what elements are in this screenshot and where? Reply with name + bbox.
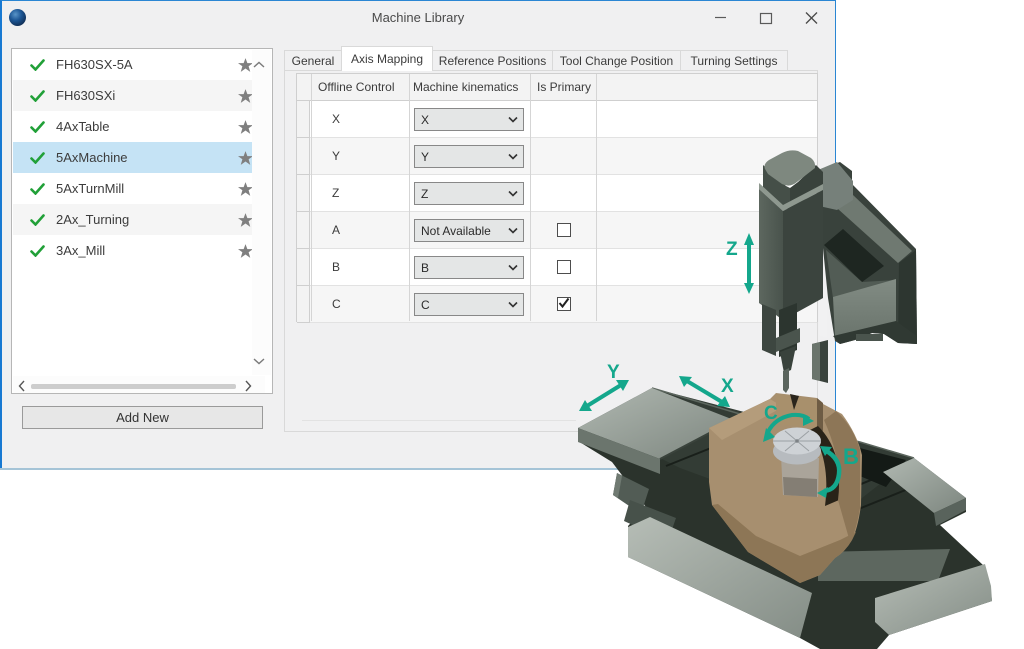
svg-text:Y: Y xyxy=(607,362,620,383)
svg-text:X: X xyxy=(721,376,734,397)
svg-text:C: C xyxy=(764,403,778,424)
svg-text:Z: Z xyxy=(726,239,738,260)
svg-text:B: B xyxy=(843,444,859,469)
